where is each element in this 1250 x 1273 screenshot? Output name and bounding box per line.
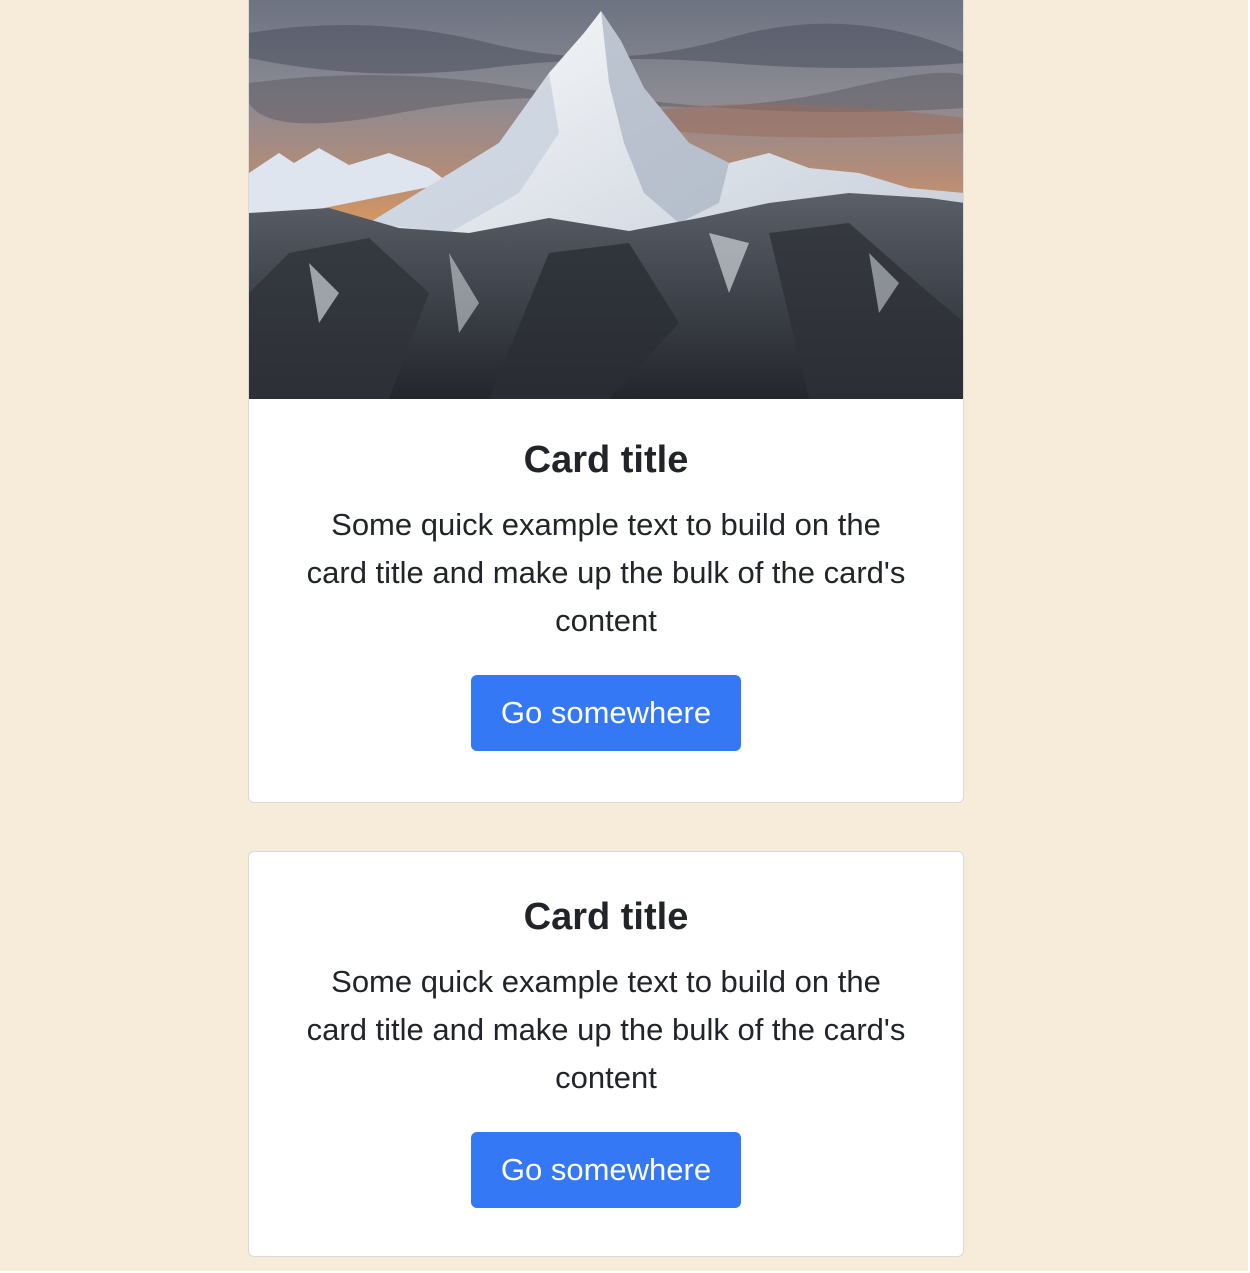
card-body: Card title Some quick example text to bu… <box>249 399 963 751</box>
card-title: Card title <box>523 896 689 938</box>
card-body: Card title Some quick example text to bu… <box>249 852 963 1208</box>
card-with-image: Card title Some quick example text to bu… <box>248 0 964 803</box>
mountain-image <box>249 0 963 399</box>
go-somewhere-button[interactable]: Go somewhere <box>471 675 741 751</box>
card-title: Card title <box>523 439 689 481</box>
card-text: Some quick example text to build on the … <box>306 964 906 1095</box>
card: Card title Some quick example text to bu… <box>248 851 964 1257</box>
go-somewhere-button[interactable]: Go somewhere <box>471 1132 741 1208</box>
card-text: Some quick example text to build on the … <box>306 507 906 638</box>
